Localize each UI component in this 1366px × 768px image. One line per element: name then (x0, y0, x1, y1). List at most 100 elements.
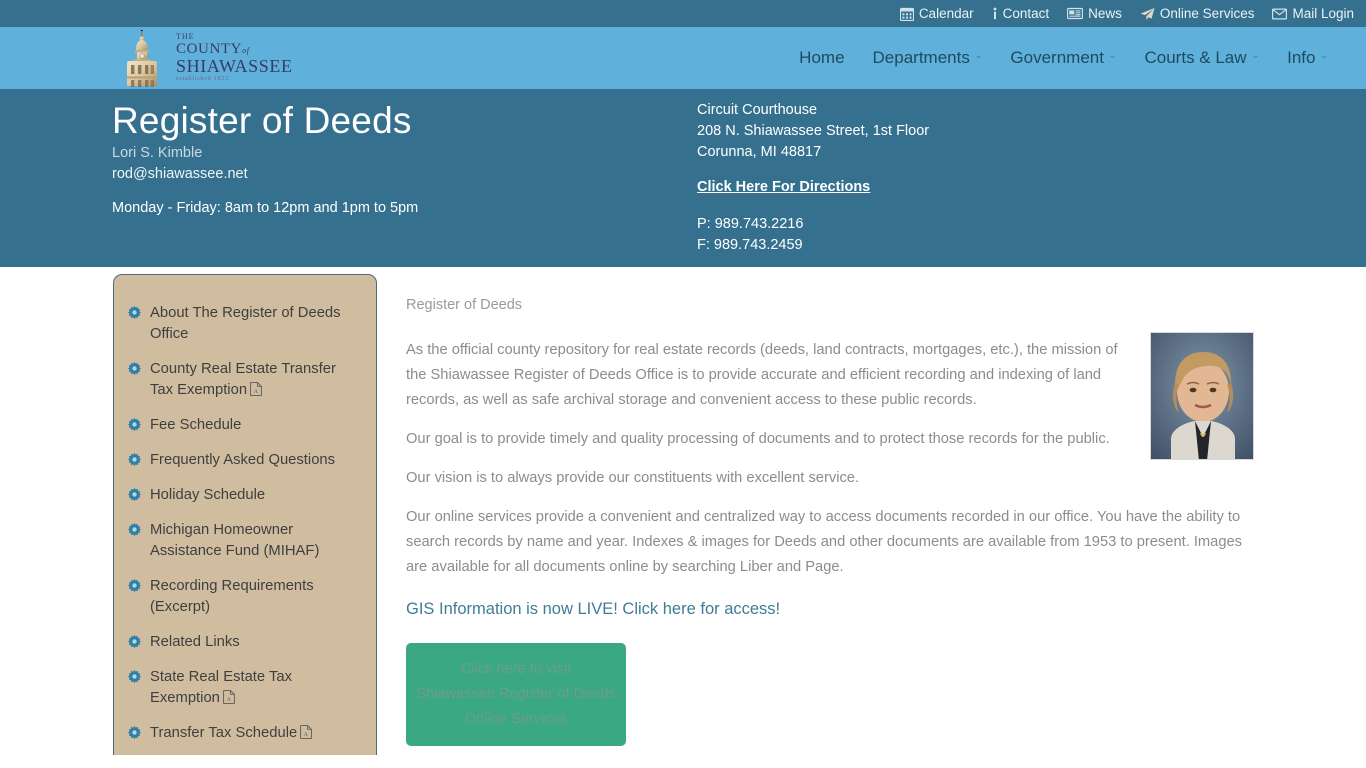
pdf-file-icon: A (250, 382, 262, 396)
page-title: Register of Deeds (112, 100, 412, 141)
envelope-icon (1272, 8, 1288, 20)
nav-item-label: Government (1010, 48, 1104, 67)
sidebar-item-recording-requirements-excerpt[interactable]: Recording Requirements (Excerpt) (128, 576, 362, 618)
topbar-label: Mail Login (1292, 6, 1354, 21)
starburst-bullet-icon (128, 635, 141, 648)
starburst-bullet-icon (128, 726, 141, 739)
sidebar-item-label: State Real Estate Tax Exemption A (150, 667, 362, 709)
site-logo[interactable]: THE COUNTYof SHIAWASSEE established 1822 (112, 27, 293, 89)
main-column: Register of Deeds As the official county… (406, 267, 1254, 746)
nav-item-label: Home (799, 48, 845, 67)
cta-line-3: Online Services (464, 711, 568, 727)
nav-item-label: Info (1287, 48, 1316, 67)
nav-item-courts-law[interactable]: Courts & Law ⌄ (1131, 48, 1274, 68)
starburst-bullet-icon (128, 488, 141, 501)
chevron-down-icon: ⌄ (974, 50, 983, 60)
nav-item-departments[interactable]: Departments ⌄ (859, 48, 997, 68)
pdf-file-icon: A (223, 690, 235, 704)
gis-information-link[interactable]: GIS Information is now LIVE! Click here … (406, 600, 1254, 619)
sidebar-item-related-links[interactable]: Related Links (128, 632, 362, 653)
topbar-link-mail-login[interactable]: Mail Login (1272, 6, 1354, 21)
page-header-right: Circuit Courthouse 208 N. Shiawassee Str… (697, 100, 929, 256)
online-services-button[interactable]: Click here to visit Shiawassee Register … (406, 643, 626, 746)
sidebar-item-text: State Real Estate Tax Exemption (150, 669, 293, 706)
address-line-2: 208 N. Shiawassee Street, 1st Floor (697, 123, 930, 139)
body-paragraph-3: Our vision is to always provide our cons… (406, 470, 860, 486)
starburst-bullet-icon (128, 523, 141, 536)
chevron-down-icon: ⌄ (1251, 50, 1260, 60)
logo-of: of (242, 45, 250, 55)
calendar-icon (899, 7, 914, 21)
sidebar-item-label: Frequently Asked Questions (150, 452, 336, 468)
sidebar-item-label: Fee Schedule (150, 417, 242, 433)
sidebar-item-text: County Real Estate Transfer Tax Exemptio… (150, 361, 336, 398)
sidebar-item-holiday-schedule[interactable]: Holiday Schedule (128, 485, 362, 506)
sidebar-item-label: Related Links (150, 634, 240, 650)
sidebar-item-county-real-estate-transfer-tax-exemption[interactable]: County Real Estate Transfer Tax Exemptio… (128, 359, 362, 401)
svg-text:A: A (304, 732, 309, 738)
starburst-bullet-icon (128, 453, 141, 466)
sidebar-item-fee-schedule[interactable]: Fee Schedule (128, 415, 362, 436)
office-email[interactable]: rod@shiawassee.net (112, 166, 672, 182)
portrait-photo-icon (1151, 333, 1253, 459)
body-paragraph-4: Our online services provide a convenient… (406, 509, 1243, 575)
logo-the: THE (176, 31, 195, 41)
main-navigation-bar: THE COUNTYof SHIAWASSEE established 1822… (0, 27, 1366, 89)
page-header-banner: Register of Deeds Lori S. Kimble rod@shi… (0, 89, 1366, 267)
address-line-3: Corunna, MI 48817 (697, 144, 822, 160)
breadcrumb: Register of Deeds (406, 297, 523, 313)
sidebar-item-label: Transfer Tax Schedule A (150, 723, 313, 744)
chevron-down-icon: ⌄ (1108, 50, 1117, 60)
logo-tagline: established 1822 (176, 75, 229, 82)
logo-county-line: COUNTYof (176, 40, 293, 57)
topbar-label: Online Services (1159, 6, 1255, 21)
cta-line-1: Click here to visit (460, 661, 572, 677)
body-paragraph-2: Our goal is to provide timely and qualit… (406, 431, 1110, 447)
svg-text:A: A (227, 697, 232, 703)
content-area: About The Register of Deeds Office Count… (0, 267, 1366, 755)
starburst-bullet-icon (128, 362, 141, 375)
cta-line-2: Shiawassee Register of Deeds (416, 686, 616, 702)
sidebar-item-label: Holiday Schedule (150, 487, 266, 503)
sidebar-item-michigan-homeowner-assistance-fund[interactable]: Michigan Homeowner Assistance Fund (MIHA… (128, 520, 362, 562)
official-name: Lori S. Kimble (112, 145, 203, 162)
paper-plane-icon (1140, 7, 1155, 21)
office-fax: F: 989.743.2459 (697, 237, 803, 253)
topbar-link-contact[interactable]: Contact (992, 6, 1050, 21)
sidebar-item-text: Transfer Tax Schedule (150, 725, 298, 741)
logo-shiawassee: SHIAWASSEE (176, 55, 293, 76)
chevron-down-icon: ⌄ (1320, 50, 1328, 60)
starburst-bullet-icon (128, 670, 141, 683)
sidebar-item-transfer-tax-schedule[interactable]: Transfer Tax Schedule A (128, 723, 362, 744)
topbar-label: Calendar (918, 6, 974, 21)
topbar-label: Contact (1002, 6, 1050, 21)
sidebar-item-state-real-estate-tax-exemption[interactable]: State Real Estate Tax Exemption A (128, 667, 362, 709)
top-utility-bar: Calendar Contact News Online Services Ma… (0, 0, 1366, 27)
nav-item-info[interactable]: Info ⌄ (1273, 48, 1342, 68)
sidebar-menu: About The Register of Deeds Office Count… (113, 274, 377, 755)
newspaper-icon (1067, 7, 1084, 20)
sidebar-item-about-the-register-of-deeds-office[interactable]: About The Register of Deeds Office (128, 303, 362, 345)
nav-item-government[interactable]: Government ⌄ (996, 48, 1130, 68)
starburst-bullet-icon (128, 306, 141, 319)
topbar-label: News (1088, 6, 1122, 21)
office-hours: Monday - Friday: 8am to 12pm and 1pm to … (112, 200, 419, 217)
nav-links: Home Departments ⌄ Government ⌄ Courts &… (785, 48, 1342, 68)
pdf-file-icon: A (300, 725, 313, 739)
sidebar-item-label: County Real Estate Transfer Tax Exemptio… (150, 359, 362, 401)
sidebar-item-label: Michigan Homeowner Assistance Fund (MIHA… (150, 522, 320, 559)
topbar-link-news[interactable]: News (1067, 6, 1122, 21)
logo-county: COUNTY (176, 40, 243, 57)
sidebar-item-label: About The Register of Deeds Office (150, 305, 341, 342)
topbar-link-calendar[interactable]: Calendar (899, 6, 974, 21)
topbar-link-online-services[interactable]: Online Services (1140, 6, 1255, 21)
page-header-left: Register of Deeds Lori S. Kimble rod@shi… (112, 89, 672, 216)
nav-item-label: Courts & Law (1144, 48, 1247, 67)
sidebar-item-frequently-asked-questions[interactable]: Frequently Asked Questions (128, 450, 362, 471)
nav-item-home[interactable]: Home (785, 48, 858, 68)
body-paragraph-1: As the official county repository for re… (406, 342, 1118, 408)
office-phone: P: 989.743.2216 (697, 216, 804, 232)
starburst-bullet-icon (128, 418, 141, 431)
directions-link[interactable]: Click Here For Directions (697, 177, 870, 198)
sidebar-item-label: Recording Requirements (Excerpt) (150, 578, 314, 615)
